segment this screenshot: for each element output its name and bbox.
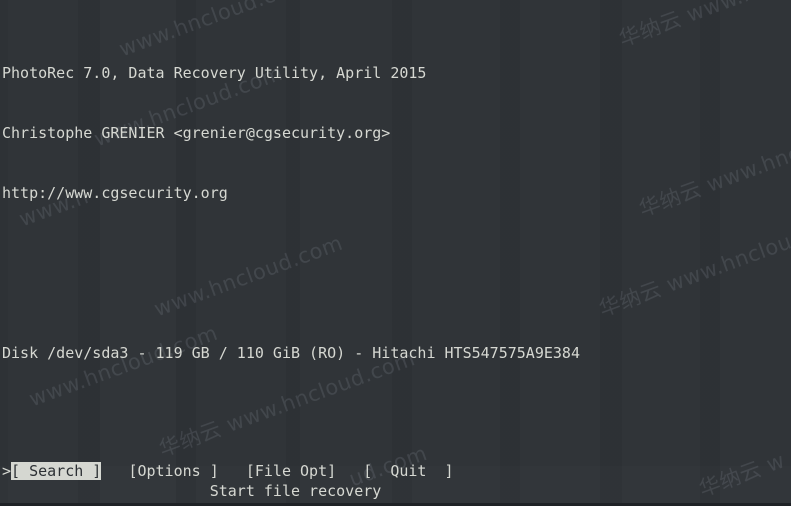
menu-gap — [336, 462, 363, 480]
menu-gap — [101, 462, 128, 480]
menu-item-quit[interactable]: [ Quit ] — [363, 462, 453, 480]
menu-item-search[interactable]: [ Search ] — [11, 462, 102, 480]
bottom-menu-bar: >[ Search ] [Options ] [File Opt] [ Quit… — [2, 461, 454, 481]
terminal-text-area: PhotoRec 7.0, Data Recovery Utility, Apr… — [0, 0, 791, 506]
app-title-line: PhotoRec 7.0, Data Recovery Utility, Apr… — [2, 64, 427, 82]
menu-cursor: > — [2, 462, 12, 480]
menu-item-file-opt[interactable]: [File Opt] — [246, 462, 336, 480]
app-url-line: http://www.cgsecurity.org — [2, 184, 228, 202]
disk-info-line: Disk /dev/sda3 - 119 GB / 110 GiB (RO) -… — [2, 344, 580, 362]
menu-hint-text: Start file recovery — [2, 482, 382, 500]
menu-item-options[interactable]: [Options ] — [128, 462, 218, 480]
app-author-line: Christophe GRENIER <grenier@cgsecurity.o… — [2, 124, 391, 142]
menu-gap — [219, 462, 246, 480]
photorec-terminal-window: www.hncloud.com 华纳云 www.hncloud.com www.… — [0, 0, 791, 506]
